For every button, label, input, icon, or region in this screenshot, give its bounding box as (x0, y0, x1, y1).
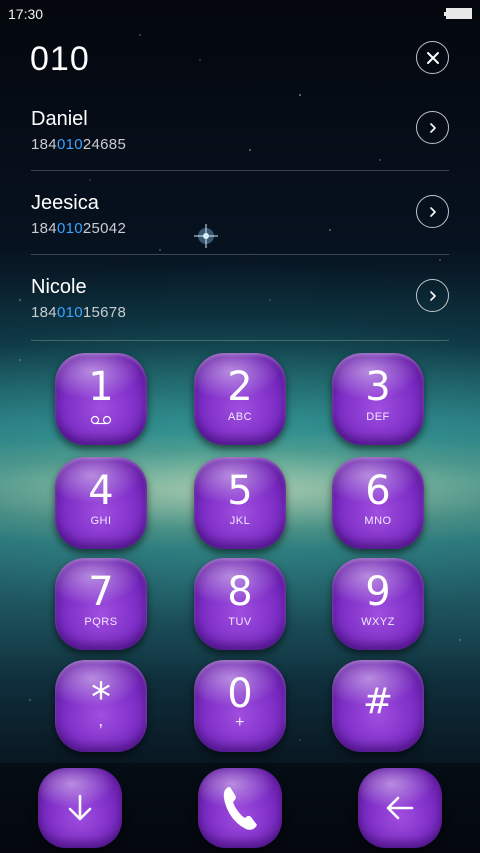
contact-phone: 18401024685 (31, 136, 127, 153)
call-button[interactable] (198, 768, 282, 848)
contact-open-button[interactable] (416, 279, 449, 312)
divider (31, 170, 449, 171)
contact-name: Daniel (31, 108, 88, 130)
divider (31, 254, 449, 255)
close-icon (426, 51, 439, 64)
arrow-down-icon (68, 794, 92, 821)
contact-name: Jeesica (31, 192, 99, 214)
key-star[interactable]: * , (55, 660, 147, 752)
arrow-left-icon (386, 796, 414, 820)
contact-open-button[interactable] (416, 195, 449, 228)
key-6[interactable]: 6 MNO (332, 457, 424, 549)
backspace-button[interactable] (358, 768, 442, 848)
voicemail-icon (90, 415, 112, 425)
contact-phone: 18401025042 (31, 220, 127, 237)
chevron-right-icon (429, 122, 436, 133)
chevron-right-icon (429, 206, 436, 217)
key-5[interactable]: 5 JKL (194, 457, 286, 549)
contact-phone: 18401015678 (31, 304, 127, 321)
contact-open-button[interactable] (416, 111, 449, 144)
contact-row-nicole[interactable]: Nicole 18401015678 (0, 266, 480, 350)
key-0[interactable]: 0 + (194, 660, 286, 752)
chevron-right-icon (429, 290, 436, 301)
key-4[interactable]: 4 GHI (55, 457, 147, 549)
status-time: 17:30 (8, 6, 44, 22)
status-bar: 17:30 (0, 0, 480, 28)
collapse-keypad-button[interactable] (38, 768, 122, 848)
key-7[interactable]: 7 PQRS (55, 558, 147, 650)
contact-name: Nicole (31, 276, 87, 298)
key-hash[interactable]: # (332, 660, 424, 752)
key-1[interactable]: 1 (55, 353, 147, 445)
dialed-number[interactable]: 010 (30, 40, 90, 79)
key-3[interactable]: 3 DEF (332, 353, 424, 445)
divider (31, 340, 449, 341)
key-9[interactable]: 9 WXYZ (332, 558, 424, 650)
clear-button[interactable] (416, 41, 449, 74)
key-2[interactable]: 2 ABC (194, 353, 286, 445)
key-8[interactable]: 8 TUV (194, 558, 286, 650)
battery-icon (444, 8, 472, 19)
phone-icon (223, 787, 257, 830)
